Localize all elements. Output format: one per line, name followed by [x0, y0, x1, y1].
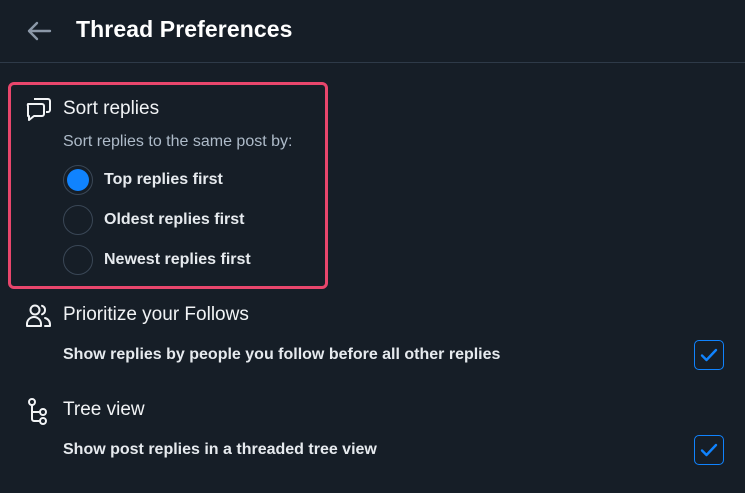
people-icon — [26, 304, 51, 327]
page-title: Thread Preferences — [76, 16, 293, 42]
tree-icon — [28, 398, 47, 425]
header: Thread Preferences — [0, 0, 745, 63]
radio-button[interactable] — [63, 245, 93, 275]
radio-top-replies[interactable]: Top replies first — [63, 164, 223, 196]
prioritize-follows-checkbox[interactable] — [694, 340, 724, 370]
tree-view-title: Tree view — [63, 399, 145, 420]
arrow-left-icon — [27, 21, 52, 41]
prioritize-follows-title: Prioritize your Follows — [63, 304, 249, 325]
checkmark-icon — [700, 443, 718, 457]
sort-replies-subtitle: Sort replies to the same post by: — [63, 133, 293, 150]
chat-bubbles-icon — [26, 98, 51, 121]
back-button[interactable] — [22, 14, 56, 48]
radio-oldest-replies[interactable]: Oldest replies first — [63, 204, 245, 236]
prioritize-follows-description: Show replies by people you follow before… — [63, 346, 501, 363]
sort-replies-title: Sort replies — [63, 98, 160, 119]
radio-label: Newest replies first — [104, 251, 251, 268]
radio-button[interactable] — [63, 205, 93, 235]
tree-view-description: Show post replies in a threaded tree vie… — [63, 441, 377, 458]
radio-button-selected[interactable] — [63, 165, 93, 195]
radio-label: Top replies first — [104, 171, 223, 188]
radio-label: Oldest replies first — [104, 211, 245, 228]
tree-view-checkbox[interactable] — [694, 435, 724, 465]
checkmark-icon — [700, 348, 718, 362]
radio-newest-replies[interactable]: Newest replies first — [63, 244, 251, 276]
